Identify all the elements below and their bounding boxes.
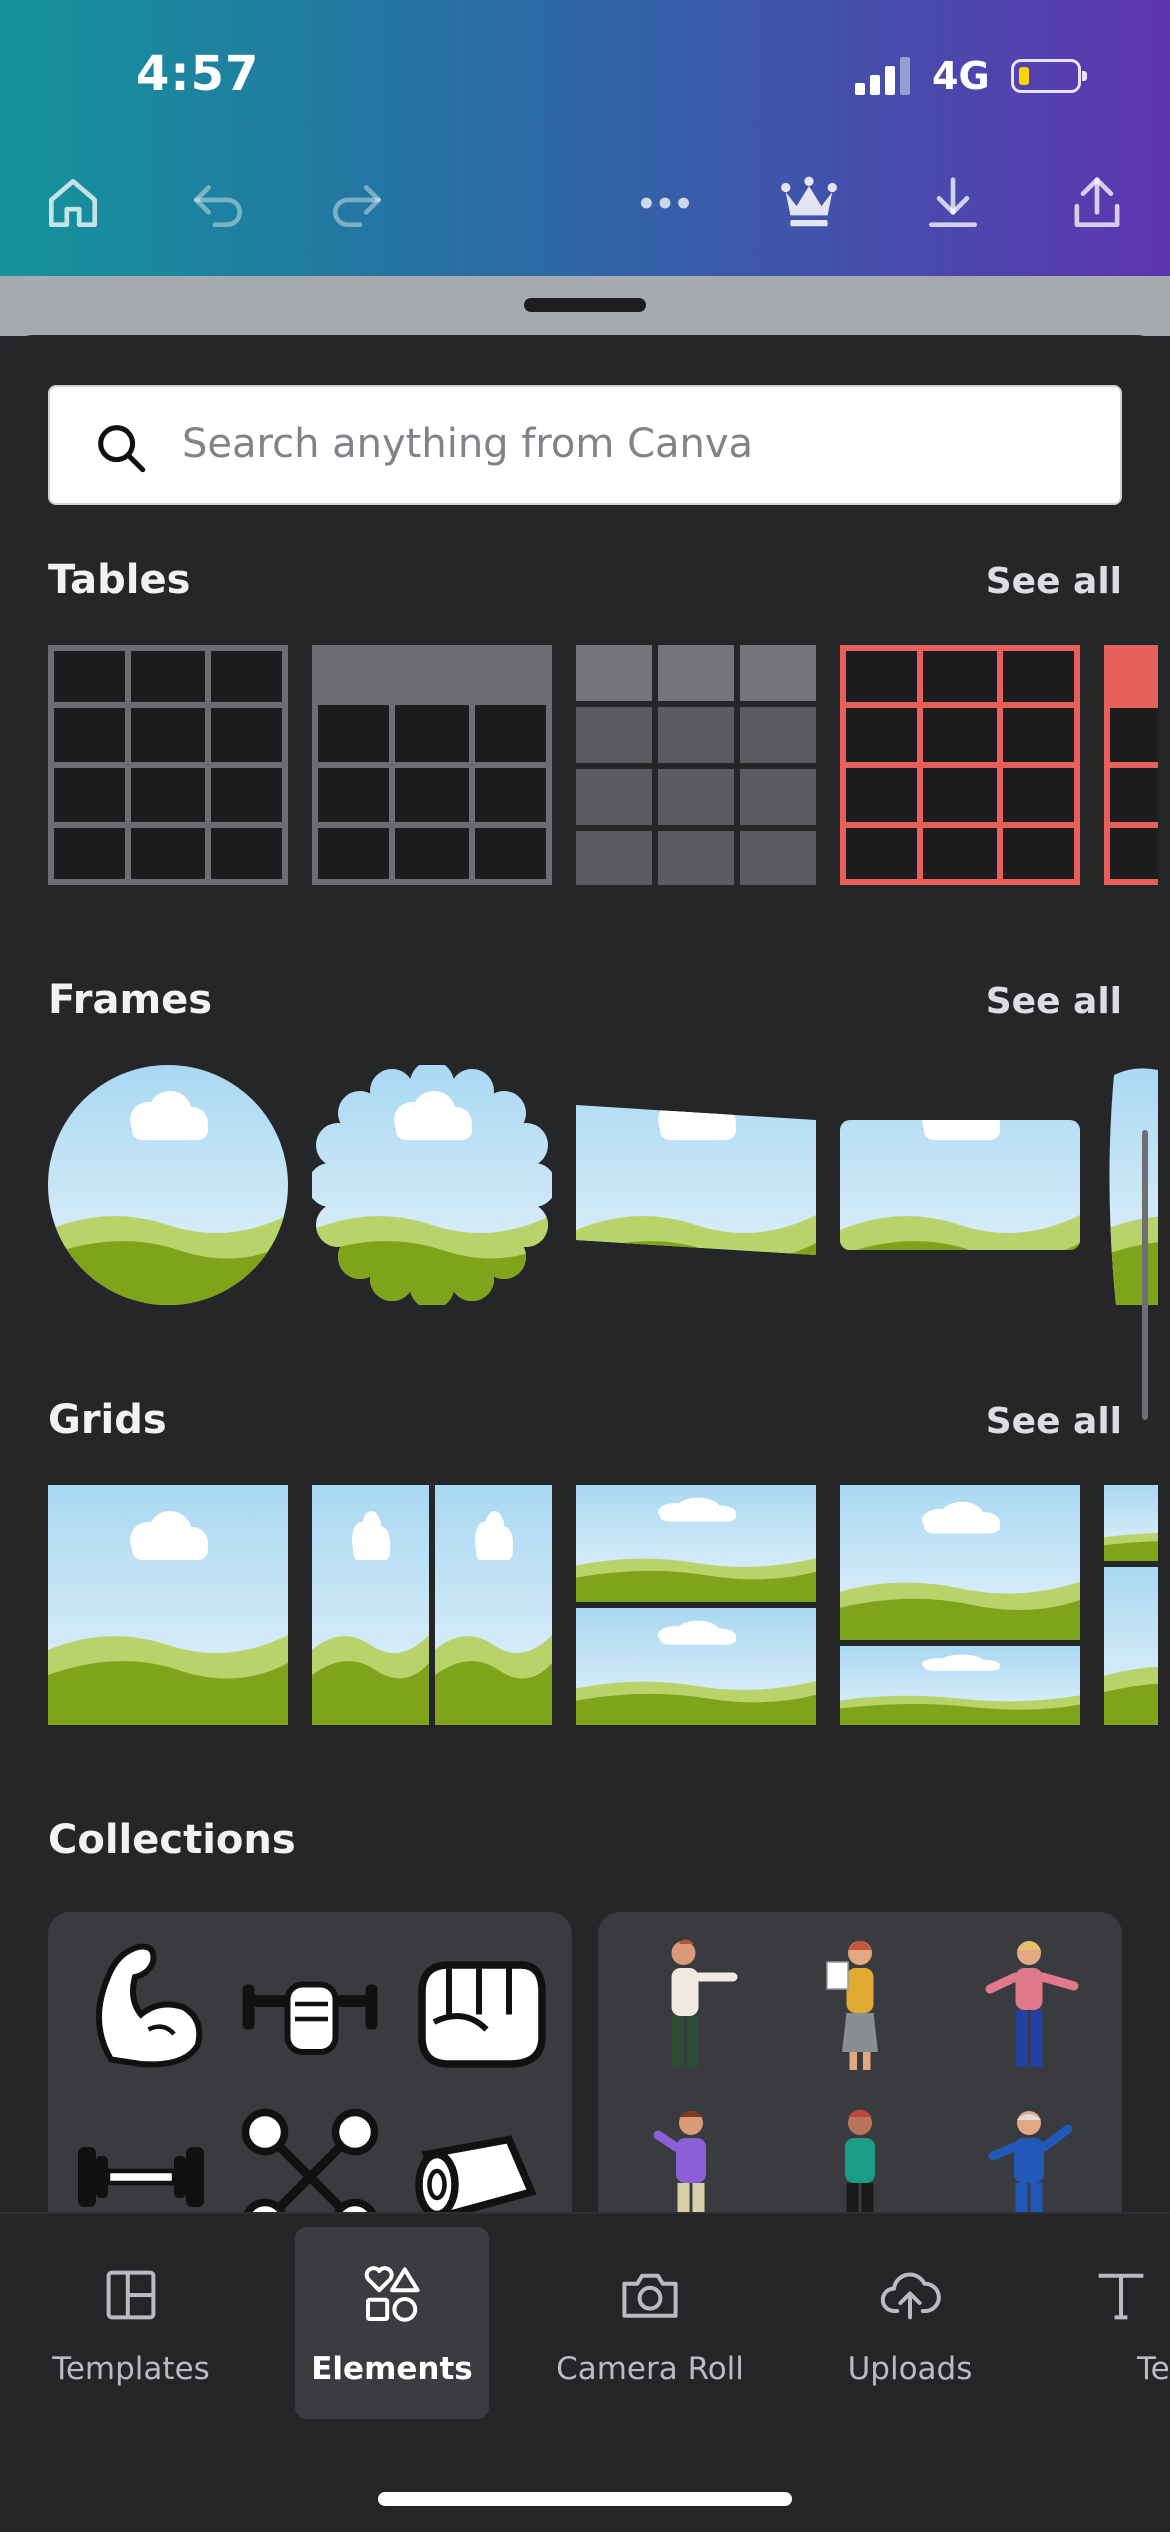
battery-icon <box>1011 59 1087 93</box>
download-icon[interactable] <box>918 168 988 238</box>
frame-rounded-rect[interactable] <box>840 1065 1080 1305</box>
person-purple-shirt <box>616 2102 766 2212</box>
grid-single[interactable] <box>48 1485 288 1725</box>
nav-uploads[interactable]: Uploads <box>813 2227 1007 2419</box>
camera-icon <box>622 2273 678 2318</box>
yoga-mat-icon <box>404 2102 554 2212</box>
crown-icon[interactable] <box>774 168 844 238</box>
collection-3d-people[interactable] <box>598 1912 1122 2212</box>
grid-two-columns[interactable] <box>312 1485 552 1725</box>
collection-fitness[interactable] <box>48 1912 572 2212</box>
nav-label-uploads: Uploads <box>847 2351 973 2387</box>
nav-elements[interactable]: Elements <box>295 2227 489 2419</box>
person-blue-suit <box>954 2102 1104 2212</box>
more-icon[interactable] <box>630 168 700 238</box>
person-green-shirt <box>785 2102 935 2212</box>
grid-two-rows[interactable] <box>576 1485 816 1725</box>
redo-icon[interactable] <box>322 168 392 238</box>
upload-cloud-icon <box>880 2272 941 2320</box>
frame-perspective[interactable] <box>576 1065 816 1305</box>
section-title-collections: Collections <box>48 1817 296 1863</box>
elements-panel: Search anything from Canva Tables See al… <box>0 335 1170 2212</box>
sheet-drag-handle[interactable] <box>524 298 646 312</box>
search-icon <box>98 425 146 473</box>
frames-see-all[interactable]: See all <box>986 981 1122 1022</box>
person-waving <box>954 1932 1104 2082</box>
table-header-red-partial[interactable] <box>1104 645 1158 885</box>
grid-partial[interactable] <box>1104 1485 1158 1725</box>
nav-label-text: Te <box>1137 2351 1170 2387</box>
section-title-tables: Tables <box>48 557 191 603</box>
elements-icon <box>364 2266 420 2322</box>
table-outline-red[interactable] <box>840 645 1080 885</box>
network-type: 4G <box>932 54 990 98</box>
fist-icon <box>404 1932 554 2082</box>
person-pointing <box>616 1932 766 2082</box>
nav-camera-roll[interactable]: Camera Roll <box>553 2227 747 2419</box>
home-indicator[interactable] <box>378 2492 792 2506</box>
text-icon <box>1098 2273 1144 2320</box>
home-icon[interactable] <box>38 168 108 238</box>
search-placeholder: Search anything from Canva <box>182 421 754 467</box>
table-outline-grey[interactable] <box>48 645 288 885</box>
status-time: 4:57 <box>136 46 260 102</box>
signal-icon <box>855 57 910 95</box>
flexed-arm-icon <box>66 1932 216 2082</box>
crossed-dumbbells-icon <box>235 2102 385 2212</box>
top-toolbar: 4:57 4G <box>0 0 1170 276</box>
undo-icon[interactable] <box>183 168 253 238</box>
nav-templates[interactable]: Templates <box>34 2227 228 2419</box>
table-shaded-grey[interactable] <box>576 645 816 885</box>
nav-label-templates: Templates <box>52 2351 210 2387</box>
frame-partial[interactable] <box>1104 1065 1158 1305</box>
table-header-grey[interactable] <box>312 645 552 885</box>
tables-see-all[interactable]: See all <box>986 561 1122 602</box>
frame-scalloped[interactable] <box>312 1065 552 1305</box>
bottom-nav: Templates Elements Camera Roll Uploads T… <box>0 2212 1170 2532</box>
person-clipboard <box>785 1932 935 2082</box>
hand-dumbbell-icon <box>235 1932 385 2082</box>
search-input[interactable]: Search anything from Canva <box>48 385 1122 505</box>
section-title-frames: Frames <box>48 977 213 1023</box>
section-title-grids: Grids <box>48 1397 167 1443</box>
nav-label-elements: Elements <box>311 2351 473 2387</box>
grids-see-all[interactable]: See all <box>986 1401 1122 1442</box>
dumbbell-icon <box>66 2102 216 2212</box>
frame-circle[interactable] <box>48 1065 288 1305</box>
vertical-scrollbar[interactable] <box>1142 1130 1148 1420</box>
grid-large-top-small-bottom[interactable] <box>840 1485 1080 1725</box>
share-icon[interactable] <box>1062 168 1132 238</box>
templates-icon <box>106 2270 156 2320</box>
nav-label-camera-roll: Camera Roll <box>556 2351 744 2387</box>
nav-text-partial[interactable]: Te <box>1073 2227 1170 2419</box>
